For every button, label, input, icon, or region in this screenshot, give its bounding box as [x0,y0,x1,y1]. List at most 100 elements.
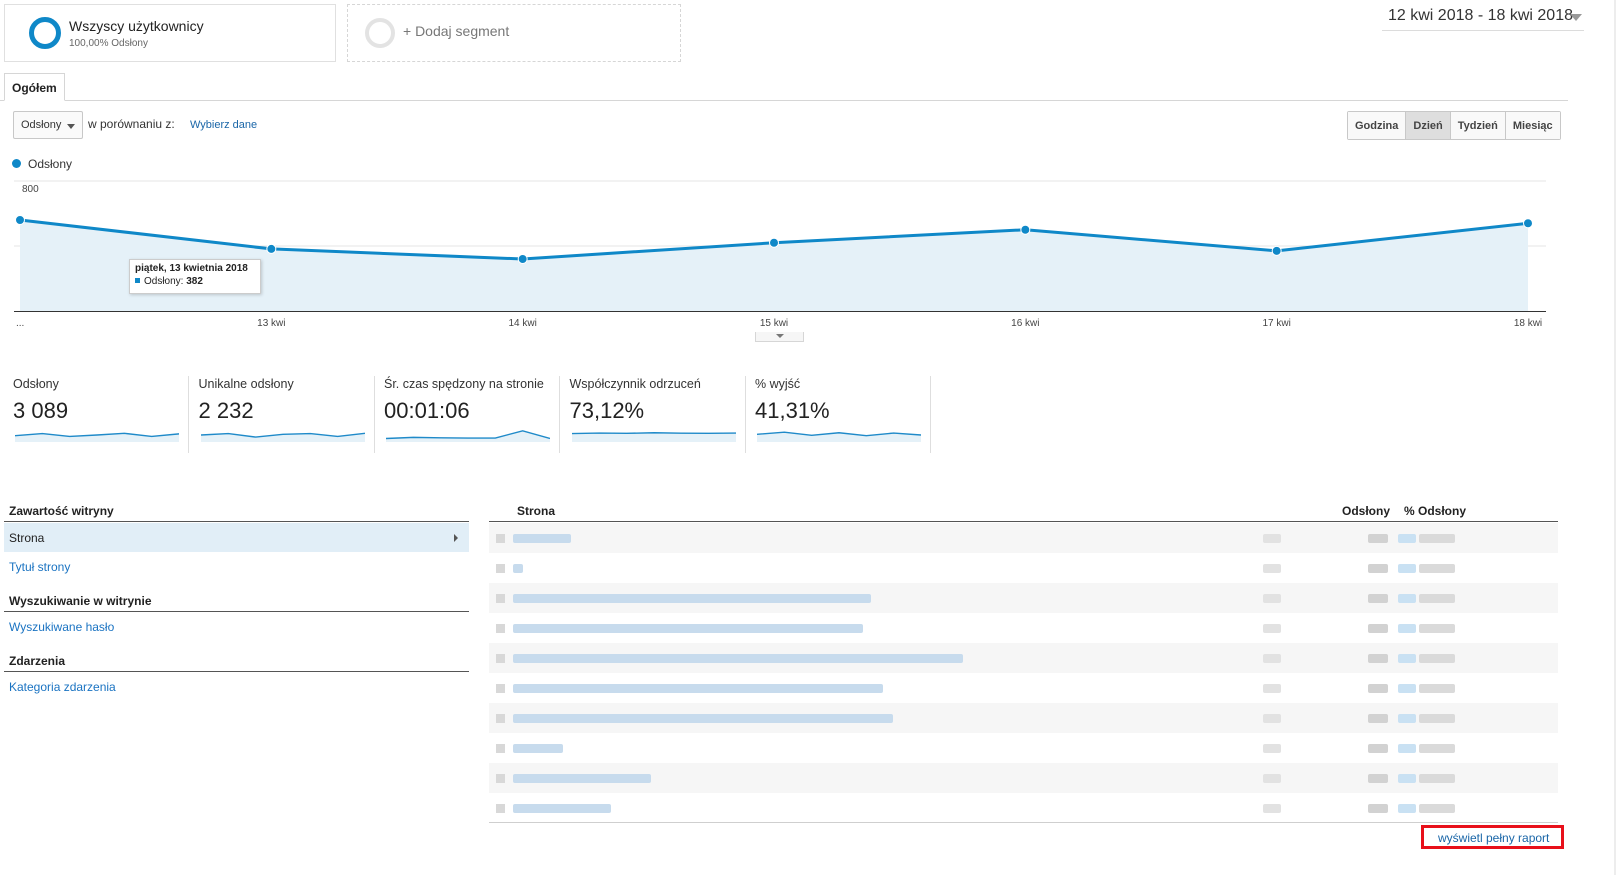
sparkline-area [386,430,550,442]
table-row[interactable] [489,523,1558,553]
x-tick-label: 14 kwi [508,318,536,329]
redacted-cell [1263,774,1281,783]
redacted-percent [1419,534,1455,543]
full-report-link[interactable]: wyświetl pełny raport [1421,825,1564,849]
nav-rule [4,521,469,522]
data-point[interactable] [15,215,25,225]
scorecard[interactable]: Śr. czas spędzony na stronie 00:01:06 [384,376,560,453]
nav-item-event-category[interactable]: Kategoria zdarzenia [9,680,116,694]
nav-item-search-term[interactable]: Wyszukiwane hasło [9,620,114,634]
redacted-percent [1419,564,1455,573]
redacted-page-path [513,714,893,723]
nav-rule [4,671,469,672]
redacted-cell [1263,594,1281,603]
granularity-month-button[interactable]: Miesiąc [1505,112,1560,139]
x-tick-label: 18 kwi [1514,318,1542,329]
tooltip-value: 382 [186,276,203,287]
column-header-views[interactable]: Odsłony [1342,504,1390,518]
redacted-views [1368,654,1388,663]
table-row[interactable] [489,793,1558,823]
data-point[interactable] [517,254,528,264]
scorecard[interactable]: Współczynnik odrzuceń 73,12% [570,376,746,453]
segment-subtitle: 100,00% Odsłony [69,38,148,49]
table-row[interactable] [489,553,1558,583]
table-row[interactable] [489,613,1558,643]
redacted-page-path [513,684,883,693]
row-checkbox[interactable] [496,804,505,813]
metric-select[interactable]: Odsłony [13,111,83,139]
row-checkbox[interactable] [496,624,505,633]
sparkline-area [571,432,736,442]
granularity-week-button[interactable]: Tydzień [1450,112,1506,139]
scorecard[interactable]: % wyjść 41,31% [755,376,931,453]
scorecard-label: Odsłony [13,377,59,391]
scorecard[interactable]: Unikalne odsłony 2 232 [199,376,375,453]
add-segment-button[interactable]: + Dodaj segment [347,4,681,62]
row-checkbox[interactable] [496,714,505,723]
date-range-picker[interactable]: 12 kwi 2018 - 18 kwi 2018 [1382,7,1584,31]
row-checkbox[interactable] [496,594,505,603]
data-point[interactable] [1020,224,1031,235]
table-row[interactable] [489,733,1558,763]
table-row[interactable] [489,673,1558,703]
redacted-views [1368,624,1388,633]
scorecard-label: % wyjść [755,377,801,391]
row-checkbox[interactable] [496,654,505,663]
row-checkbox[interactable] [496,564,505,573]
choose-data-link[interactable]: Wybierz dane [190,119,257,131]
scorecard-label: Współczynnik odrzuceń [569,377,701,391]
table-row[interactable] [489,643,1558,673]
redacted-views [1368,594,1388,603]
table-row[interactable] [489,703,1558,733]
column-header-views-percent[interactable]: % Odsłony [1404,504,1466,518]
tooltip-label: Odsłony: [144,276,184,287]
column-header-page[interactable]: Strona [517,504,555,518]
line-chart[interactable]: 400800...13 kwi14 kwi15 kwi16 kwi17 kwi1… [0,175,1550,335]
chevron-right-icon [454,534,458,542]
scorecard[interactable]: Odsłony 3 089 [13,376,189,453]
scorecard-label: Śr. czas spędzony na stronie [384,377,544,391]
data-point[interactable] [1523,218,1533,229]
sparkline [757,431,921,442]
tab-overview[interactable]: Ogółem [4,73,65,101]
chart-tooltip: piątek, 13 kwietnia 2018 Odsłony: 382 [129,259,261,294]
scorecard-value: 00:01:06 [384,398,470,423]
redacted-views [1368,744,1388,753]
data-point[interactable] [1271,245,1282,256]
redacted-percent [1419,774,1455,783]
sparkline [200,432,365,442]
y-tick-label: 800 [22,184,39,195]
redacted-percent [1419,804,1455,813]
tab-divider [0,100,1568,101]
nav-item-page[interactable]: Strona [4,523,469,552]
granularity-hour-button[interactable]: Godzina [1348,112,1407,139]
table-row[interactable] [489,583,1558,613]
legend-dot-icon [12,159,21,168]
granularity-day-button[interactable]: Dzień [1406,112,1451,139]
redacted-page-path [513,744,563,753]
data-point[interactable] [266,243,277,254]
redacted-cell [1263,684,1281,693]
caret-down-icon [67,124,75,129]
segment-all-users[interactable]: Wszyscy użytkownicy 100,00% Odsłony [4,4,336,62]
tooltip-swatch-icon [135,278,140,283]
add-segment-label: + Dodaj segment [403,23,510,39]
redacted-views [1368,774,1388,783]
row-checkbox[interactable] [496,744,505,753]
segment-ring-icon [29,17,61,49]
data-point[interactable] [769,237,779,248]
nav-item-page-title[interactable]: Tytuł strony [9,560,70,574]
redacted-cell [1263,564,1281,573]
redacted-cell [1263,804,1281,813]
x-tick-label: ... [16,318,24,329]
redacted-percent [1419,594,1455,603]
redacted-percent-bar [1398,594,1416,603]
scorecard-value: 2 232 [198,398,254,423]
row-checkbox[interactable] [496,534,505,543]
redacted-percent [1419,744,1455,753]
collapse-chart-toggle[interactable] [755,332,804,342]
redacted-cell [1263,654,1281,663]
row-checkbox[interactable] [496,774,505,783]
row-checkbox[interactable] [496,684,505,693]
table-row[interactable] [489,763,1558,793]
